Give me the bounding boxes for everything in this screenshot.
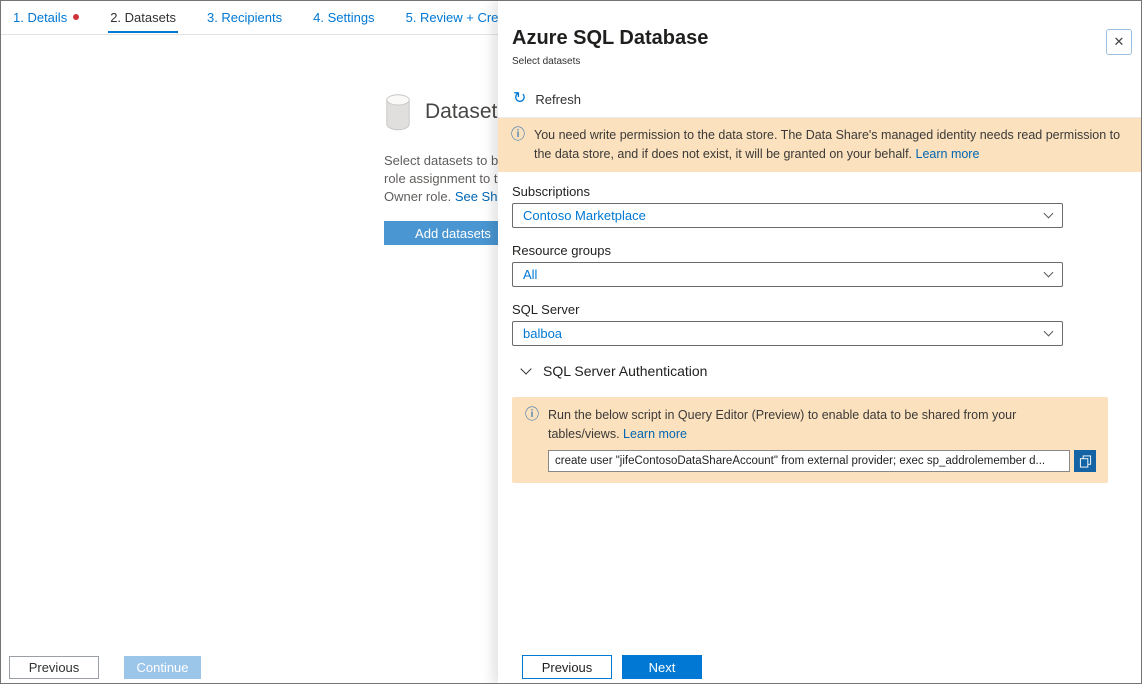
chevron-down-icon [520,363,531,374]
tab-label: 4. Settings [313,10,374,25]
tabs-divider [1,34,498,35]
tab-datasets[interactable]: 2. Datasets [108,1,178,33]
resource-groups-label: Resource groups [512,243,611,258]
panel-title: Azure SQL Database [512,27,708,50]
panel-subtitle: Select datasets [512,56,580,67]
tab-settings[interactable]: 4. Settings [311,1,376,33]
tab-label: 1. Details [13,10,67,25]
description-line: Owner role. See Sha [384,188,505,206]
permission-info-banner: ⓘ You need write permission to the data … [498,118,1142,172]
sql-server-label: SQL Server [512,302,579,317]
tab-label: 3. Recipients [207,10,282,25]
description-line: Select datasets to be [384,152,505,170]
resource-groups-dropdown[interactable]: All [512,262,1063,287]
close-button[interactable]: ✕ [1106,29,1132,55]
validation-dot-icon [73,14,79,20]
banner-text: You need write permission to the data st… [534,126,1120,164]
dropdown-value: Contoso Marketplace [523,208,646,223]
database-icon [384,93,412,136]
refresh-label: Refresh [535,92,581,107]
tab-recipients[interactable]: 3. Recipients [205,1,284,33]
info-icon: ⓘ [525,406,539,472]
copy-button[interactable] [1074,450,1096,472]
expander-label: SQL Server Authentication [543,363,707,379]
learn-more-link[interactable]: Learn more [623,427,687,441]
learn-more-link[interactable]: Learn more [916,147,980,161]
tab-label: 2. Datasets [110,10,176,25]
subscriptions-label: Subscriptions [512,184,590,199]
subscriptions-dropdown[interactable]: Contoso Marketplace [512,203,1063,228]
tab-details[interactable]: 1. Details [11,1,81,33]
wizard-previous-button[interactable]: Previous [9,656,99,679]
chevron-down-icon [1044,268,1054,278]
copy-icon [1079,455,1092,468]
datasets-description: Select datasets to be role assignment to… [384,152,505,206]
banner-text: Run the below script in Query Editor (Pr… [548,406,1096,444]
refresh-button[interactable]: ↻ Refresh [513,91,581,107]
wizard-continue-button[interactable]: Continue [124,656,201,679]
page: 1. Details 2. Datasets 3. Recipients 4. … [0,0,1142,684]
wizard-tabs: 1. Details 2. Datasets 3. Recipients 4. … [11,1,518,33]
panel-previous-button[interactable]: Previous [522,655,612,679]
info-icon: ⓘ [511,126,525,164]
panel-next-button[interactable]: Next [622,655,702,679]
sql-server-authentication-expander[interactable]: SQL Server Authentication [522,363,707,379]
close-icon: ✕ [1114,34,1125,50]
script-info-banner: ⓘ Run the below script in Query Editor (… [512,397,1108,483]
sql-script-field[interactable]: create user "jifeContosoDataShareAccount… [548,450,1070,472]
description-line: role assignment to t [384,170,505,188]
dropdown-value: balboa [523,326,562,341]
refresh-icon: ↻ [513,91,526,107]
chevron-down-icon [1044,327,1054,337]
dropdown-value: All [523,267,537,282]
sql-server-dropdown[interactable]: balboa [512,321,1063,346]
datasets-heading: Datasets [425,100,508,124]
azure-sql-database-panel: Azure SQL Database Select datasets ✕ ↻ R… [498,1,1142,684]
chevron-down-icon [1044,209,1054,219]
